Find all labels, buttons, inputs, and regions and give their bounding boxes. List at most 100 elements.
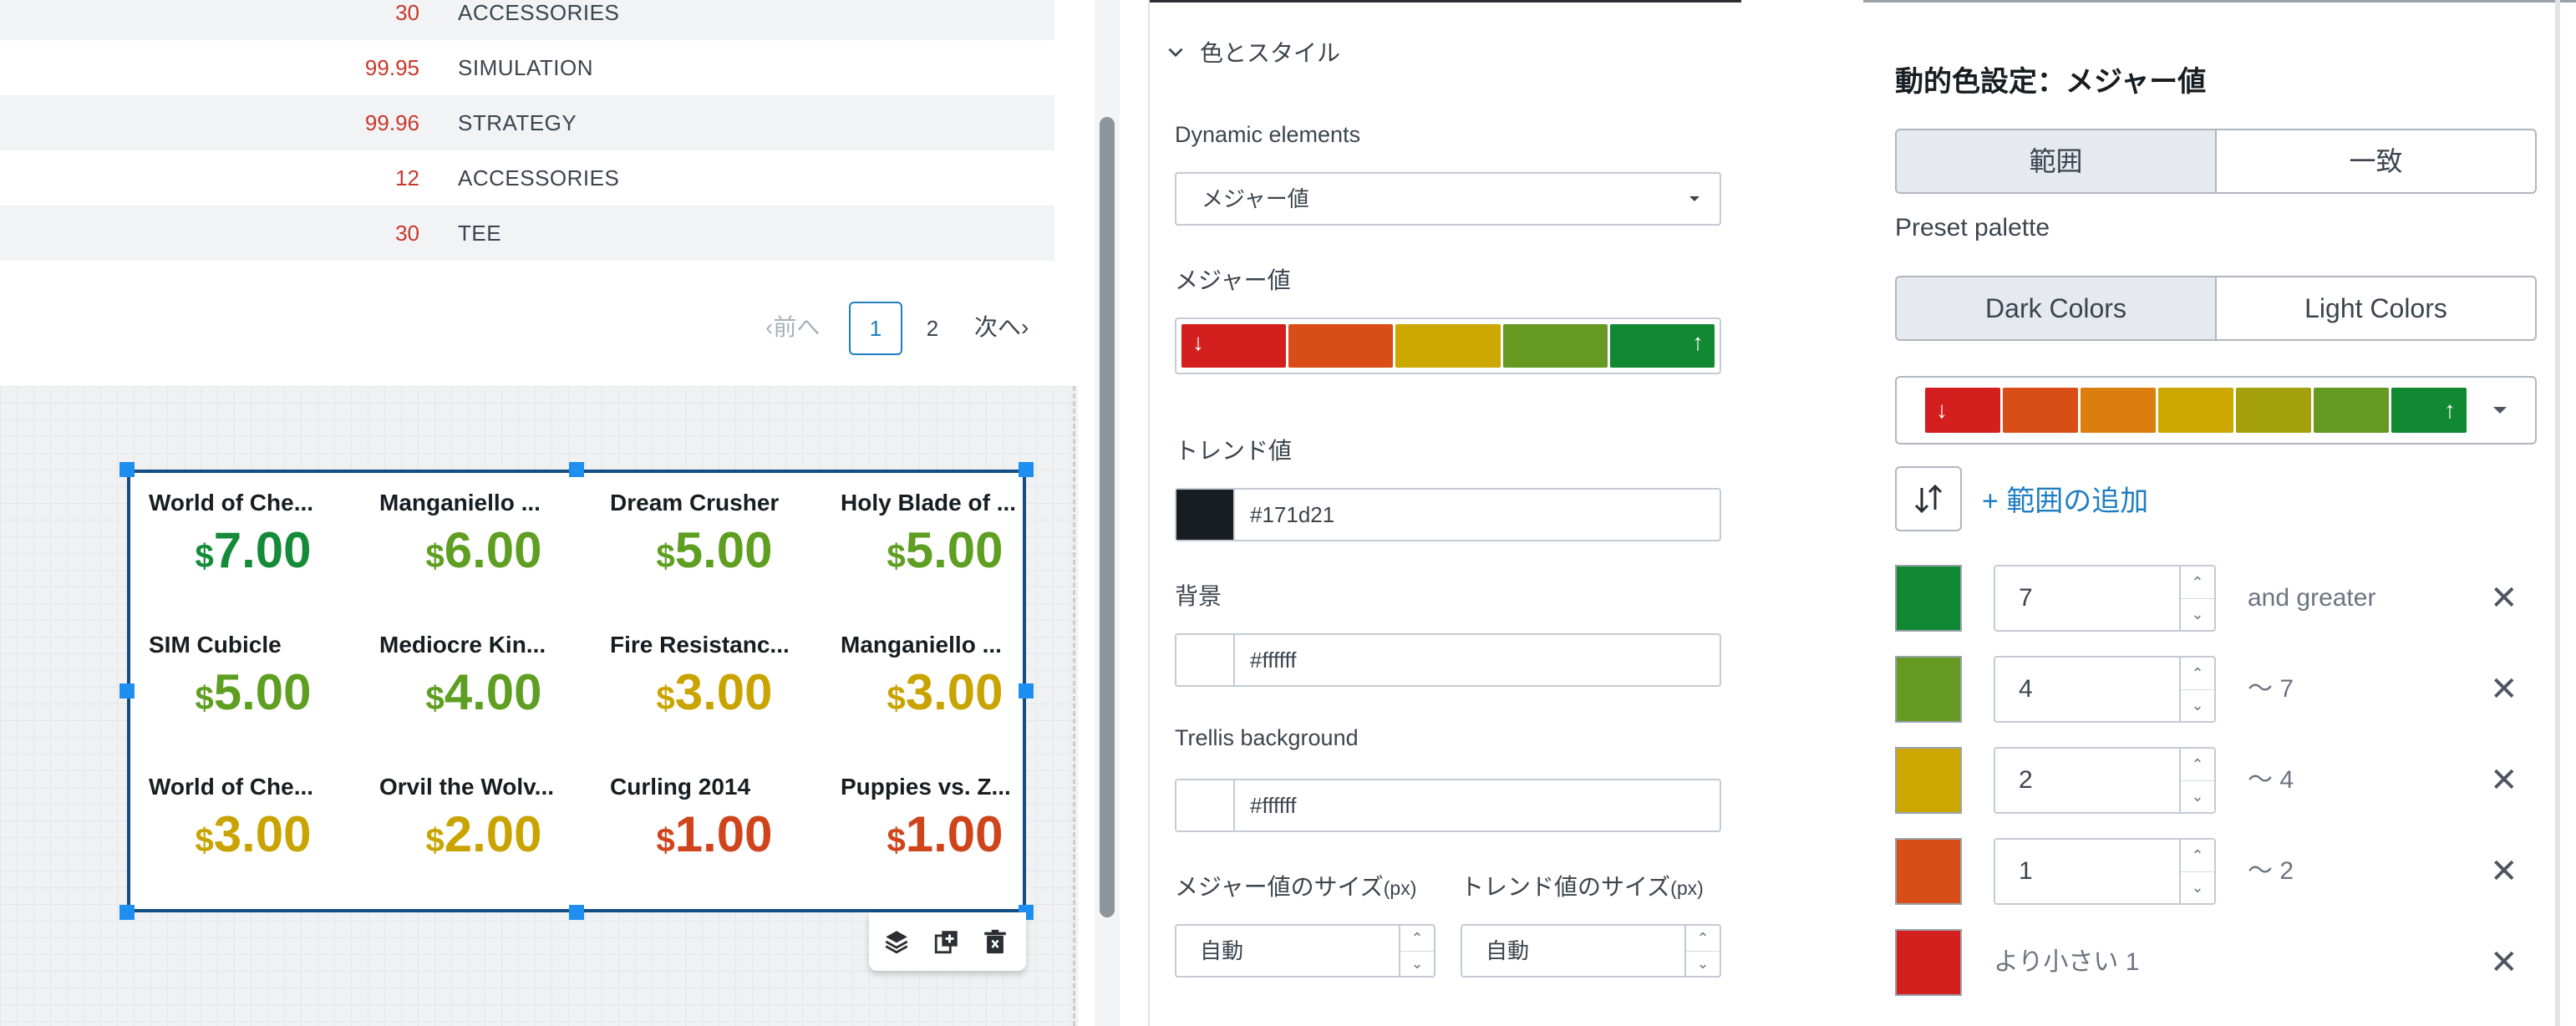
trellis-tile[interactable]: Manganiello ... $3.00 [841,632,1049,765]
stepper-down-icon[interactable]: ⌄ [2181,598,2214,630]
resize-handle-e[interactable] [1019,683,1034,698]
trellis-tile[interactable]: Mediocre Kin... $4.00 [379,632,588,765]
major-value-palette[interactable]: ↓ ↑ [1175,317,1721,374]
resize-handle-s[interactable] [569,905,584,920]
range-color-swatch[interactable] [1895,747,1962,814]
major-size-unit: (px) [1383,877,1417,899]
trellis-tile[interactable]: Dream Crusher $5.00 [610,490,819,623]
trellis-tile[interactable]: Curling 2014 $1.00 [610,774,819,907]
dynamic-color-title: 動的色設定：メジャー値 [1895,66,2207,98]
close-icon[interactable]: ✕ [2490,656,2518,723]
stepper-down-icon[interactable]: ⌄ [2181,780,2214,812]
range-value-box[interactable]: 2 ⌃ ⌄ [1994,747,2216,814]
stepper-up-icon[interactable]: ⌃ [1400,926,1434,952]
stepper-down-icon[interactable]: ⌄ [2181,871,2214,903]
pager-next-button[interactable]: 次へ› [974,311,1029,344]
tile-value: $3.00 [149,805,358,863]
range-value-box[interactable]: 1 ⌃ ⌄ [1994,838,2216,905]
pager-page-1[interactable]: 1 [849,302,902,355]
close-icon[interactable]: ✕ [2490,929,2518,996]
trellis-tile[interactable]: SIM Cubicle $5.00 [149,632,358,765]
add-range-link[interactable]: + 範囲の追加 [1982,478,2148,519]
tile-value: $1.00 [610,805,819,863]
stepper-up-icon[interactable]: ⌃ [2181,566,2214,599]
range-label: and greater [2248,584,2376,612]
resize-handle-w[interactable] [119,683,135,698]
left-scrollbar[interactable] [1100,117,1115,917]
clone-icon[interactable] [932,927,961,956]
range-value-input[interactable]: 4 ⌃ ⌄ [1994,656,2216,723]
dynamic-elements-label: Dynamic elements [1175,122,1361,147]
trellis-background-color-swatch[interactable] [1176,780,1235,830]
trellis-tile[interactable]: World of Che... $3.00 [149,774,358,907]
trash-icon[interactable] [981,927,1009,956]
dynamic-elements-select[interactable]: メジャー値 [1175,172,1721,226]
tile-value: $1.00 [841,805,1049,863]
canvas-boundary-line [1073,386,1075,1026]
trend-color-field[interactable]: #171d21 [1175,488,1721,541]
currency-symbol: $ [887,822,906,859]
palette-select[interactable]: ↓ ↑ [1895,376,2537,444]
mode-match-button[interactable]: 一致 [2215,130,2535,192]
light-colors-button[interactable]: Light Colors [2215,277,2535,339]
resize-handle-ne[interactable] [1019,462,1034,477]
range-value-box[interactable]: 4 ⌃ ⌄ [1994,656,2216,723]
range-color-swatch[interactable] [1895,838,1962,905]
trellis-background-color-field[interactable]: #ffffff [1175,779,1721,832]
trend-color-swatch[interactable] [1176,490,1235,540]
trellis-tile[interactable]: Orvil the Wolv... $2.00 [379,774,588,907]
section-title[interactable]: 色とスタイル [1200,35,1340,69]
stepper-up-icon[interactable]: ⌃ [2181,840,2214,872]
trend-size-input[interactable]: 自動 ⌃ ⌄ [1461,924,1721,978]
trellis-tile[interactable]: Manganiello ... $6.00 [379,490,588,623]
trend-size-label-text: トレンド値のサイズ [1461,874,1671,900]
range-value-box[interactable]: 7 ⌃ ⌄ [1994,565,2216,632]
sort-order-button[interactable] [1895,466,1962,531]
close-icon[interactable]: ✕ [2490,838,2518,905]
pager-page-2[interactable]: 2 [906,302,959,355]
tile-amount: 1.00 [674,806,773,862]
dark-colors-button[interactable]: Dark Colors [1897,277,2215,339]
range-color-swatch[interactable] [1895,929,1962,996]
close-icon[interactable]: ✕ [2490,565,2518,632]
tile-amount: 5.00 [674,522,773,578]
stepper-down-icon[interactable]: ⌄ [1686,951,1720,976]
chevron-down-icon[interactable] [1165,42,1186,63]
background-color-swatch[interactable] [1176,635,1235,685]
caret-down-icon [2493,407,2507,414]
tile-amount: 2.00 [444,806,542,862]
range-color-swatch[interactable] [1895,565,1962,632]
range-value-input[interactable]: 2 ⌃ ⌄ [1994,747,2216,814]
dashboard-canvas: 30 ACCESSORIES 99.95 SIMULATION 99.96 ST… [0,0,1095,1026]
range-label: 〜 2 [2248,857,2294,885]
trellis-tile[interactable]: World of Che... $7.00 [149,490,358,623]
pager-prev-button[interactable]: ‹前へ [765,311,820,344]
right-scrollbar[interactable] [2555,0,2560,1026]
major-size-input[interactable]: 自動 ⌃ ⌄ [1175,924,1435,978]
stepper-down-icon[interactable]: ⌄ [1400,951,1434,976]
trend-size-unit: (px) [1670,877,1704,899]
palette-swatch [1502,324,1608,368]
stepper-up-icon[interactable]: ⌃ [2181,749,2214,781]
resize-handle-nw[interactable] [119,462,135,477]
layers-icon[interactable] [882,927,911,956]
trellis-tile[interactable]: Holy Blade of ... $5.00 [841,490,1049,623]
stepper-up-icon[interactable]: ⌃ [2181,658,2214,690]
resize-handle-n[interactable] [569,462,584,477]
stepper-down-icon[interactable]: ⌄ [2181,689,2214,721]
close-icon[interactable]: ✕ [2490,747,2518,814]
trellis-visualization[interactable]: World of Che... $7.00 Manganiello ... $6.00… [127,470,1026,912]
trellis-tile[interactable]: Fire Resistanc... $3.00 [610,632,819,765]
trellis-tile[interactable]: Puppies vs. Z... $1.00 [841,774,1049,907]
range-value: 7 [2019,584,2033,612]
tile-amount: 5.00 [905,522,1003,578]
tile-title: Manganiello ... [841,632,1002,658]
background-color-field[interactable]: #ffffff [1175,633,1721,687]
price-cell: 12 [395,165,419,190]
stepper-up-icon[interactable]: ⌃ [1686,926,1720,952]
range-color-swatch[interactable] [1895,656,1962,723]
range-value-input[interactable]: 7 ⌃ ⌄ [1994,565,2216,632]
range-value-input[interactable]: 1 ⌃ ⌄ [1994,838,2216,905]
resize-handle-sw[interactable] [119,905,135,920]
mode-range-button[interactable]: 範囲 [1897,130,2215,192]
